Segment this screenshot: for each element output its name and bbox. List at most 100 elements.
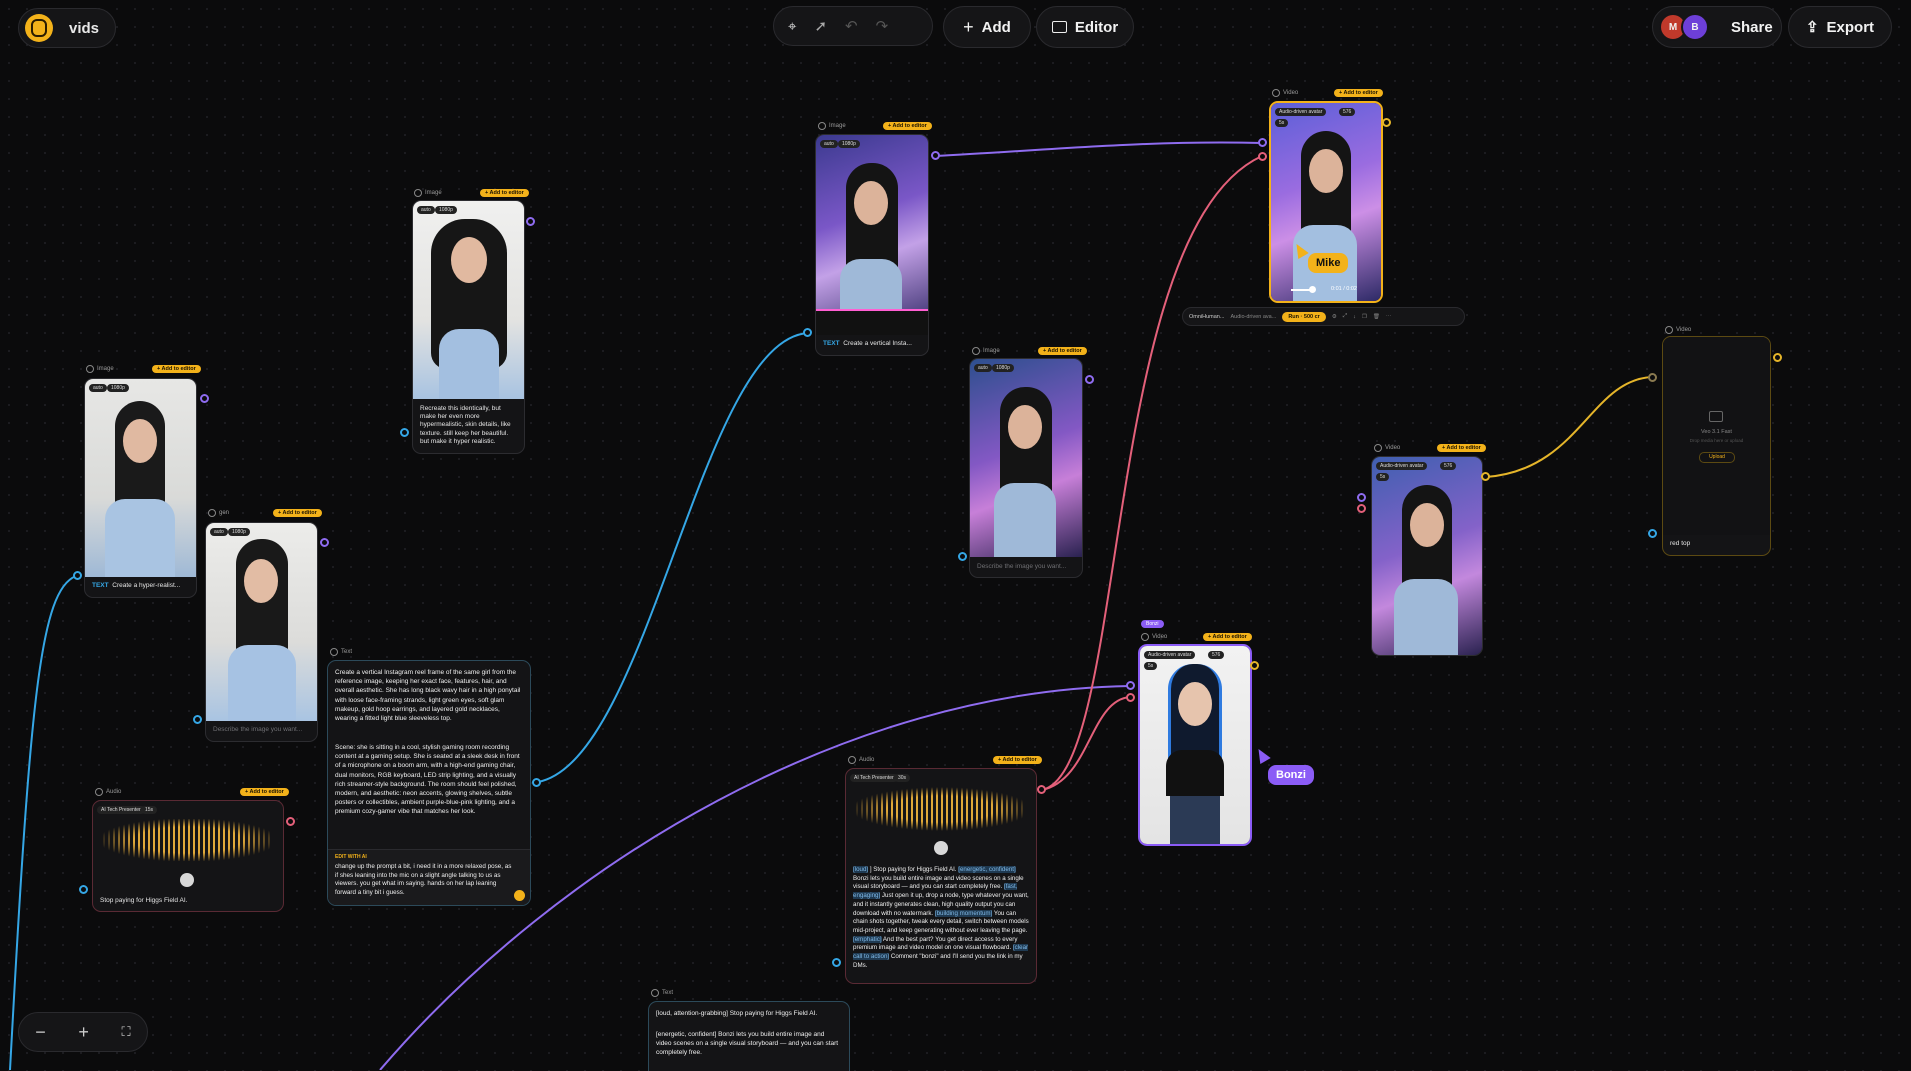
duration-tag: 30s [894,774,911,782]
input-port-audio[interactable] [1258,152,1267,161]
copy-icon[interactable]: ❐ [1362,314,1367,320]
send-icon[interactable] [514,890,525,901]
add-to-editor-button[interactable]: + Add to editor [883,122,932,130]
export-label: Export [1826,18,1875,36]
edit-with-ai-panel[interactable]: EDIT WITH AI change up the prompt a bit,… [328,849,530,905]
add-label: Add [981,18,1011,36]
script-text: ] Stop paying for Higgs Field AI. [868,866,959,873]
image-card[interactable]: auto 1080p Describe the image you want..… [969,358,1083,578]
prompt-text: red top [1670,540,1691,547]
video-card[interactable]: Audio-driven avatar 576 5s [1138,644,1252,846]
editor-label: Editor [1074,18,1119,36]
add-to-editor-button[interactable]: + Add to editor [1038,347,1087,355]
add-to-editor-button[interactable]: + Add to editor [993,756,1042,764]
output-port[interactable] [320,538,329,547]
input-port[interactable] [803,328,812,337]
audio-card[interactable]: AI Tech Presenter 15s Stop paying for Hi… [92,800,284,912]
output-port[interactable] [286,817,295,826]
upload-button[interactable]: Upload [1699,452,1735,463]
add-to-editor-button[interactable]: + Add to editor [273,509,322,517]
input-port[interactable] [1648,373,1657,382]
output-port[interactable] [1773,353,1782,362]
prompt-input[interactable]: Describe the image you want... [977,563,1075,571]
input-port[interactable] [832,958,841,967]
video-card[interactable]: Veo 3.1 Fast Drop media here or upload U… [1662,336,1771,556]
input-port-image[interactable] [1258,138,1267,147]
input-port-audio[interactable] [1357,504,1366,513]
image-card[interactable]: auto 1080p Recreate this identically, bu… [412,200,525,454]
output-port[interactable] [1037,785,1046,794]
image-card[interactable]: auto 1080p TEXT Create a vertical Insta.… [815,134,929,356]
input-port-audio[interactable] [1126,693,1135,702]
scrubber-handle[interactable] [1309,286,1316,293]
redo-icon[interactable]: ↷ [876,17,889,35]
wire-yellow [1485,376,1653,478]
settings-icon[interactable]: ⚙ [1332,314,1337,320]
delete-icon[interactable]: 🗑 [1373,314,1380,320]
add-button[interactable]: + Add [943,6,1031,48]
input-port-image[interactable] [1357,493,1366,502]
edit-with-ai-text[interactable]: change up the prompt a bit, i need it in… [335,863,515,897]
image-card[interactable]: auto 1080p Describe the image you want..… [205,522,318,742]
prompt-text: Recreate this identically, but make her … [420,405,511,445]
text-card[interactable]: [loud, attention-grabbing] Stop paying f… [648,1001,850,1071]
model-name: Veo 3.1 Fast [1701,429,1732,435]
run-button[interactable]: Run · 500 cr [1282,311,1326,322]
add-to-editor-button[interactable]: + Add to editor [1334,89,1383,97]
play-icon[interactable] [934,841,948,855]
share-button[interactable]: M B Share [1652,6,1782,48]
input-port[interactable] [73,571,82,580]
add-to-editor-button[interactable]: + Add to editor [1203,633,1252,641]
tag-1080p: 1080p [992,364,1014,372]
text-card[interactable]: Create a vertical Instagram reel frame o… [327,660,531,906]
generated-image [206,523,317,721]
fit-view-icon[interactable]: ⛶ [122,1024,131,1040]
audio-card[interactable]: AI Tech Presenter 30s [loud] ] Stop payi… [845,768,1037,984]
edit-with-ai-label: EDIT WITH AI [335,854,367,860]
add-to-editor-button[interactable]: + Add to editor [152,365,201,373]
output-port[interactable] [1085,375,1094,384]
node-run-toolbar: OmniHuman... Audio-driven ava... Run · 5… [1182,307,1465,326]
input-port-image[interactable] [1126,681,1135,690]
node-type-label: Video [1141,633,1167,641]
download-icon[interactable]: ↓ [1353,314,1356,320]
model-select[interactable]: OmniHuman... [1189,314,1224,320]
project-pill[interactable]: vids [18,8,116,48]
video-card[interactable]: Audio-driven avatar 576 5s [1371,456,1483,656]
output-port[interactable] [1382,118,1391,127]
audio-waveform [103,819,273,861]
input-port[interactable] [958,552,967,561]
input-port[interactable] [79,885,88,894]
input-port[interactable] [400,428,409,437]
model-tag: Audio-driven avatar [1144,651,1196,659]
empty-video-dropzone[interactable]: Veo 3.1 Fast Drop media here or upload U… [1663,337,1770,535]
output-port[interactable] [931,151,940,160]
share-label: Share [1731,18,1773,36]
output-port[interactable] [200,394,209,403]
zoom-out-icon[interactable]: − [35,1022,46,1043]
output-port[interactable] [526,217,535,226]
output-port[interactable] [532,778,541,787]
video-time: 0:01 / 0:02 [1331,286,1357,292]
image-card[interactable]: auto 1080p TEXT Create a hyper-realist..… [84,378,197,598]
select-tool-icon[interactable]: ⌖ [788,18,796,35]
more-icon[interactable]: ⋯ [1386,314,1392,320]
zoom-in-icon[interactable]: + [78,1022,89,1043]
add-to-editor-button[interactable]: + Add to editor [1437,444,1486,452]
input-port[interactable] [193,715,202,724]
pointer-tool-icon[interactable]: ➚ [814,17,827,35]
expand-icon[interactable]: ⤢ [1343,313,1347,320]
prompt-input[interactable]: Describe the image you want... [213,726,310,734]
add-to-editor-button[interactable]: + Add to editor [240,788,289,796]
output-port[interactable] [1250,661,1259,670]
input-port-text[interactable] [1648,529,1657,538]
output-port[interactable] [1481,472,1490,481]
export-button[interactable]: ⇪ Export [1788,6,1892,48]
undo-icon[interactable]: ↶ [845,17,858,35]
model-variant-select[interactable]: Audio-driven ava... [1230,314,1276,320]
node-type-label: gen [208,509,229,517]
add-to-editor-button[interactable]: + Add to editor [480,189,529,197]
editor-button[interactable]: Editor [1036,6,1134,48]
play-icon[interactable] [180,873,194,887]
canvas-tool-group: ⌖ ➚ ↶ ↷ [773,6,933,46]
